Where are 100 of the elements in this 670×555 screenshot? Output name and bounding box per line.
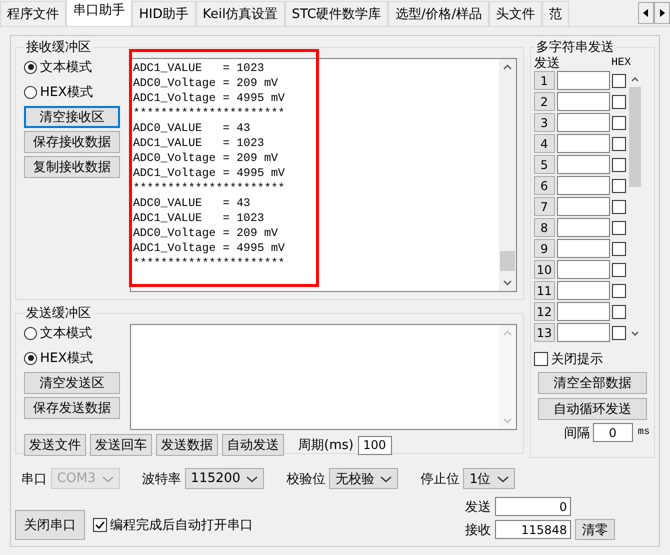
hex-checkbox[interactable] bbox=[612, 158, 626, 172]
hex-checkbox[interactable] bbox=[612, 94, 626, 108]
scroll-right-icon[interactable] bbox=[654, 2, 670, 24]
output-line: ADC1_Voltage = 4995 mV bbox=[133, 241, 286, 256]
period-field[interactable]: 100 bbox=[358, 436, 392, 454]
action-button[interactable]: 发送数据 bbox=[156, 434, 218, 456]
string-field[interactable] bbox=[556, 302, 610, 321]
scroll-thumb[interactable] bbox=[500, 251, 515, 271]
mode-radio[interactable]: HEX模式 bbox=[24, 81, 122, 103]
radio-icon[interactable] bbox=[24, 60, 37, 74]
mode-radio[interactable]: 文本模式 bbox=[24, 322, 122, 344]
hex-checkbox[interactable] bbox=[612, 326, 626, 340]
hex-checkbox[interactable] bbox=[612, 200, 626, 214]
close-hint-checkbox[interactable]: 关闭提示 bbox=[534, 350, 651, 368]
scroll-thumb[interactable] bbox=[628, 87, 641, 187]
checkbox-icon[interactable] bbox=[534, 352, 548, 366]
hex-checkbox[interactable] bbox=[612, 116, 626, 130]
string-field[interactable] bbox=[556, 323, 610, 342]
send-button[interactable]: 3 bbox=[534, 113, 555, 132]
action-button[interactable]: 保存接收数据 bbox=[24, 131, 120, 153]
tab[interactable]: HID助手 bbox=[132, 1, 196, 26]
setting-dropdown[interactable]: 无校验 bbox=[329, 468, 398, 489]
radio-label: HEX模式 bbox=[40, 350, 93, 367]
clear-count-button[interactable]: 清零 bbox=[575, 519, 615, 540]
string-field[interactable] bbox=[556, 71, 610, 90]
send-button[interactable]: 2 bbox=[534, 92, 555, 111]
radio-icon[interactable] bbox=[24, 352, 37, 364]
counter-field[interactable]: 0 bbox=[495, 497, 571, 516]
checkbox-icon[interactable] bbox=[93, 518, 107, 532]
hex-checkbox[interactable] bbox=[612, 304, 626, 318]
hex-checkbox[interactable] bbox=[612, 262, 626, 276]
counter-field[interactable]: 115848 bbox=[495, 520, 571, 539]
hex-checkbox[interactable] bbox=[612, 220, 626, 234]
send-button[interactable]: 11 bbox=[534, 281, 555, 300]
hex-checkbox[interactable] bbox=[612, 136, 626, 150]
string-field[interactable] bbox=[556, 155, 610, 174]
unit-label: ms bbox=[638, 427, 650, 438]
send-button[interactable]: 9 bbox=[534, 239, 555, 258]
send-button[interactable]: 5 bbox=[534, 155, 555, 174]
string-field[interactable] bbox=[556, 176, 610, 195]
send-button[interactable]: 1 bbox=[534, 71, 555, 90]
send-button[interactable]: 7 bbox=[534, 197, 555, 216]
radio-icon[interactable] bbox=[24, 86, 37, 98]
radio-label: HEX模式 bbox=[40, 84, 93, 101]
send-button[interactable]: 4 bbox=[534, 134, 555, 153]
send-button[interactable]: 6 bbox=[534, 176, 555, 195]
counter-label: 接收 bbox=[465, 522, 491, 538]
scrollbar[interactable] bbox=[498, 59, 516, 291]
string-field[interactable] bbox=[556, 197, 610, 216]
action-button[interactable]: 清空发送区 bbox=[24, 372, 120, 394]
mode-radio[interactable]: HEX模式 bbox=[24, 347, 122, 369]
action-button[interactable]: 复制接收数据 bbox=[24, 156, 120, 178]
group-title: 多字符串发送 bbox=[534, 39, 615, 56]
checkbox-label: 关闭提示 bbox=[550, 351, 603, 368]
send-button[interactable]: 13 bbox=[534, 323, 555, 342]
string-field[interactable] bbox=[556, 260, 610, 279]
interval-field[interactable]: 0 bbox=[592, 423, 633, 442]
mode-radio[interactable]: 文本模式 bbox=[24, 56, 122, 78]
action-button[interactable]: 发送文件 bbox=[24, 434, 86, 456]
send-button[interactable]: 10 bbox=[534, 260, 555, 279]
dropdown-caret-icon bbox=[246, 474, 258, 482]
action-button[interactable]: 自动循环发送 bbox=[538, 398, 647, 420]
action-button[interactable]: 发送回车 bbox=[90, 434, 152, 456]
string-field[interactable] bbox=[556, 134, 610, 153]
tab[interactable]: 头文件 bbox=[489, 1, 542, 26]
output-line: ADC1_VALUE = 1023 bbox=[133, 211, 266, 226]
auto-open-checkbox[interactable]: 编程完成后自动打开串口 bbox=[93, 516, 253, 534]
hex-checkbox[interactable] bbox=[612, 284, 626, 298]
action-button[interactable]: 保存发送数据 bbox=[24, 397, 120, 419]
tab[interactable]: STC硬件数学库 bbox=[284, 1, 388, 26]
hex-checkbox[interactable] bbox=[612, 178, 626, 192]
close-port-button[interactable]: 关闭串口 bbox=[15, 510, 85, 540]
tab[interactable]: 选型/价格/样品 bbox=[388, 1, 490, 26]
hex-checkbox[interactable] bbox=[612, 242, 626, 256]
column-header: 发送 bbox=[534, 56, 560, 71]
output-line: ADC1_Voltage = 4995 mV bbox=[133, 91, 286, 106]
string-field[interactable] bbox=[556, 218, 610, 237]
send-button[interactable]: 8 bbox=[534, 218, 555, 237]
string-field[interactable] bbox=[556, 281, 610, 300]
tab[interactable]: 串口助手 bbox=[66, 0, 132, 26]
hex-checkbox[interactable] bbox=[612, 74, 626, 88]
output-line: ********************** bbox=[133, 106, 286, 121]
tab[interactable]: 范 bbox=[542, 1, 570, 26]
radio-icon[interactable] bbox=[24, 326, 37, 340]
string-field[interactable] bbox=[556, 113, 610, 132]
action-button[interactable]: 清空全部数据 bbox=[538, 372, 647, 394]
action-button[interactable]: 清空接收区 bbox=[24, 106, 120, 128]
setting-dropdown[interactable]: 115200 bbox=[184, 468, 264, 489]
send-button[interactable]: 12 bbox=[534, 302, 555, 321]
string-field[interactable] bbox=[556, 239, 610, 258]
setting-dropdown[interactable]: 1位 bbox=[463, 468, 515, 489]
radio-label: 文本模式 bbox=[40, 325, 92, 342]
action-button[interactable]: 自动发送 bbox=[222, 434, 284, 456]
output-line: ADC0_Voltage = 209 mV bbox=[133, 151, 279, 166]
output-line: ********************** bbox=[133, 181, 286, 196]
scroll-left-icon[interactable] bbox=[638, 2, 654, 24]
tab[interactable]: Keil仿真设置 bbox=[196, 1, 285, 26]
string-field[interactable] bbox=[556, 92, 610, 111]
tab[interactable]: 程序文件 bbox=[0, 1, 66, 26]
send-text-area[interactable] bbox=[130, 324, 517, 430]
